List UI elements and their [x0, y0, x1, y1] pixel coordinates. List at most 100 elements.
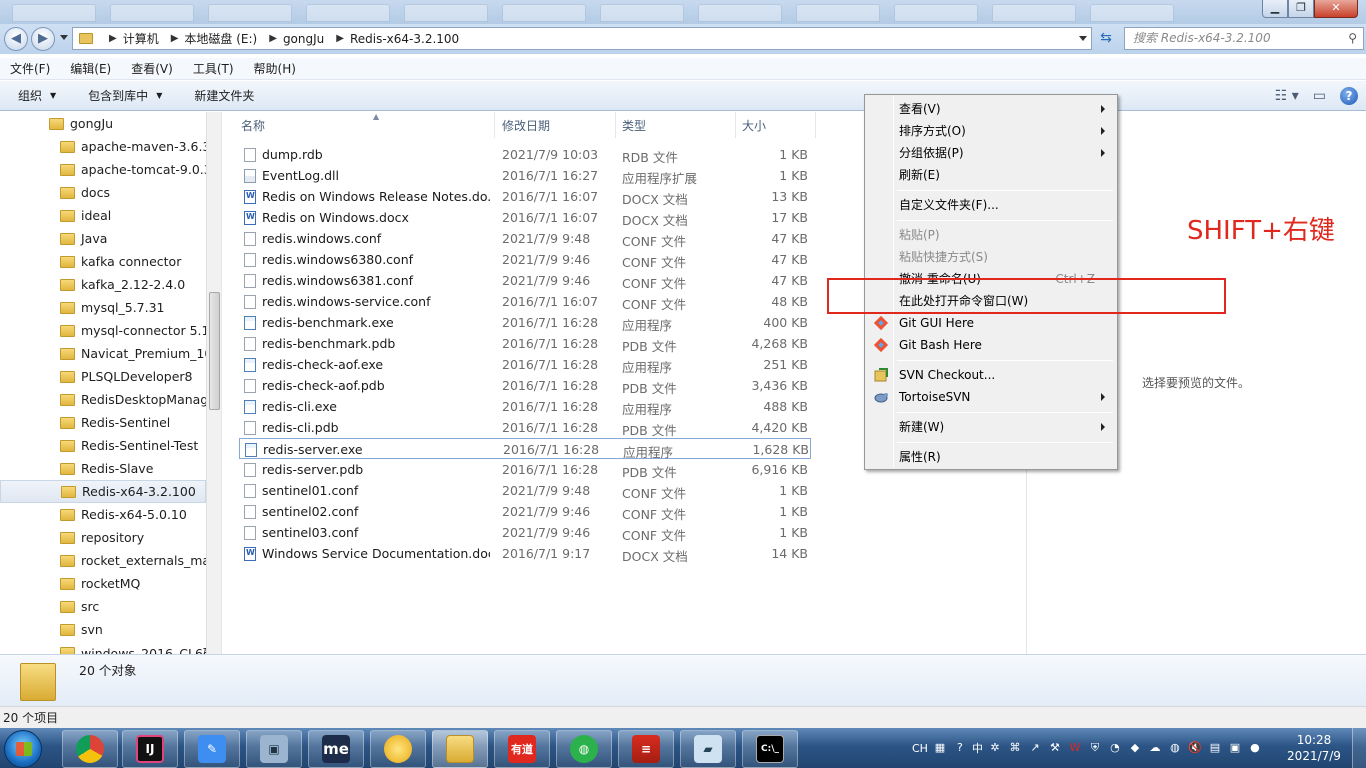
menu-help[interactable]: 帮助(H)	[244, 60, 306, 77]
file-row[interactable]: Windows Service Documentation.docx 2016/7…	[239, 543, 811, 564]
taskbar-yellow-app[interactable]	[370, 730, 426, 768]
taskbar-cmd[interactable]: C:\_	[742, 730, 798, 768]
nav-folder-item[interactable]: repository	[0, 526, 206, 549]
organize-button[interactable]: 组织 ▼	[0, 87, 70, 104]
feishu-icon[interactable]: ◆	[1127, 740, 1143, 756]
nav-folder-item[interactable]: Java	[0, 227, 206, 250]
shield-icon[interactable]: ⛨	[1087, 740, 1103, 756]
ctx-customize[interactable]: 自定义文件夹(F)...	[867, 194, 1115, 216]
menu-file[interactable]: 文件(F)	[0, 60, 60, 77]
menu-tools[interactable]: 工具(T)	[183, 60, 244, 77]
ctx-paste[interactable]: 粘贴(P)	[867, 224, 1115, 246]
file-row[interactable]: redis.windows6381.conf 2021/7/9 9:46 CONF …	[239, 270, 811, 291]
column-header-name[interactable]: 名称 ▲	[235, 112, 495, 138]
ctx-group[interactable]: 分组依据(P)	[867, 142, 1115, 164]
nav-scrollbar[interactable]	[206, 112, 221, 654]
view-options-icon[interactable]: ☷ ▾	[1275, 88, 1299, 104]
nav-folder-item[interactable]: rocketMQ	[0, 572, 206, 595]
taskbar-editor[interactable]: ▰	[680, 730, 736, 768]
nav-folder-item[interactable]: PLSQLDeveloper8	[0, 365, 206, 388]
nav-folder-item[interactable]: Redis-x64-5.0.10	[0, 503, 206, 526]
volume-muted-icon[interactable]: 🔇	[1187, 740, 1203, 756]
nav-folder-item[interactable]: docs	[0, 181, 206, 204]
chevron-right-icon[interactable]: ▶	[336, 33, 344, 44]
breadcrumb-gongju[interactable]: gongJu	[283, 32, 324, 46]
ime-indicator[interactable]: CH	[912, 742, 928, 755]
refresh-icon[interactable]: ⇆	[1094, 28, 1118, 49]
nav-folder-item[interactable]: mysql_5.7.31	[0, 296, 206, 319]
network-tray-icon[interactable]: ▤	[1207, 740, 1223, 756]
taskbar-explorer[interactable]	[432, 730, 488, 768]
file-row[interactable]: redis-cli.exe 2016/7/1 16:28 应用程序 488 KB	[239, 396, 811, 417]
file-row[interactable]: redis-cli.pdb 2016/7/1 16:28 PDB 文件 4,420 K…	[239, 417, 811, 438]
file-row[interactable]: dump.rdb 2021/7/9 10:03 RDB 文件 1 KB	[239, 144, 811, 165]
ctx-new[interactable]: 新建(W)	[867, 416, 1115, 438]
taskbar-redis[interactable]: ≡	[618, 730, 674, 768]
file-row[interactable]: redis.windows.conf 2021/7/9 9:48 CONF 文件 47…	[239, 228, 811, 249]
nav-folder-item[interactable]: ideal	[0, 204, 206, 227]
minimize-button[interactable]: ▁	[1262, 0, 1288, 18]
nav-folder-item[interactable]: svn	[0, 618, 206, 641]
menu-edit[interactable]: 编辑(E)	[60, 60, 121, 77]
nav-folder-item[interactable]: kafka connector	[0, 250, 206, 273]
ime-language[interactable]: 中	[972, 740, 983, 756]
qq-icon[interactable]: ●	[1247, 740, 1263, 756]
ctx-git-bash[interactable]: Git Bash Here	[867, 334, 1115, 356]
nav-folder-item[interactable]: rocket_externals_master	[0, 549, 206, 572]
taskbar-me[interactable]: me	[308, 730, 364, 768]
column-header-size[interactable]: 大小	[736, 112, 816, 138]
nav-folder-item[interactable]: kafka_2.12-2.4.0	[0, 273, 206, 296]
ime-settings-icon[interactable]: ✲	[987, 740, 1003, 756]
taskbar-notes[interactable]: ✎	[184, 730, 240, 768]
file-row[interactable]: redis.windows6380.conf 2021/7/9 9:46 CONF …	[239, 249, 811, 270]
ime-help-icon[interactable]: ?	[952, 740, 968, 756]
nav-folder-item[interactable]: windows_2016_CL6碳	[0, 641, 206, 654]
ctx-tortoise-svn[interactable]: TortoiseSVN	[867, 386, 1115, 408]
file-row[interactable]: EventLog.dll 2016/7/1 16:27 应用程序扩展 1 KB	[239, 165, 811, 186]
search-icon[interactable]: ⚲	[1348, 28, 1357, 49]
nav-folder-item[interactable]: Redis-Slave	[0, 457, 206, 480]
taskbar-wechat[interactable]: ◍	[556, 730, 612, 768]
ime-tools-icon[interactable]: ⌘	[1007, 740, 1023, 756]
file-row[interactable]: redis-server.pdb 2016/7/1 16:28 PDB 文件 6,91…	[239, 459, 811, 480]
address-history-dropdown-icon[interactable]	[1079, 36, 1087, 41]
forward-button[interactable]: ▶	[31, 27, 55, 51]
clock[interactable]: 10:28 2021/7/9	[1284, 732, 1344, 764]
ctx-paste-shortcut[interactable]: 粘贴快捷方式(S)	[867, 246, 1115, 268]
menu-view[interactable]: 查看(V)	[121, 60, 183, 77]
nav-folder-item[interactable]: apache-tomcat-9.0.31	[0, 158, 206, 181]
close-button[interactable]: ✕	[1314, 0, 1358, 18]
file-row[interactable]: redis-server.exe 2016/7/1 16:28 应用程序 1,628 …	[239, 438, 811, 460]
ime-keyboard-icon[interactable]: ▦	[932, 740, 948, 756]
show-desktop-button[interactable]	[1352, 728, 1366, 768]
nav-folder-item[interactable]: Redis-Sentinel	[0, 411, 206, 434]
search-input[interactable]: 搜索 Redis-x64-3.2.100 ⚲	[1124, 27, 1364, 50]
nav-folder-parent[interactable]: gongJu	[0, 112, 206, 135]
help-icon[interactable]: ?	[1340, 87, 1358, 105]
tray-cloud-icon[interactable]: ☁	[1147, 740, 1163, 756]
ime-wrench-icon[interactable]: ⚒	[1047, 740, 1063, 756]
taskbar-youdao[interactable]: 有道	[494, 730, 550, 768]
back-button[interactable]: ◀	[4, 27, 28, 51]
file-row[interactable]: Redis on Windows.docx 2016/7/1 16:07 DOCX …	[239, 207, 811, 228]
file-row[interactable]: Redis on Windows Release Notes.do... 2016…	[239, 186, 811, 207]
column-header-type[interactable]: 类型	[616, 112, 736, 138]
file-row[interactable]: redis.windows-service.conf 2016/7/1 16:07…	[239, 291, 811, 312]
breadcrumb-computer[interactable]: 计算机	[123, 30, 159, 47]
recent-pages-dropdown-icon[interactable]	[60, 35, 68, 40]
ctx-view[interactable]: 查看(V)	[867, 98, 1115, 120]
file-row[interactable]: sentinel01.conf 2021/7/9 9:48 CONF 文件 1 KB	[239, 480, 811, 501]
tray-monitor-icon[interactable]: ▣	[1227, 740, 1243, 756]
ime-link-icon[interactable]: ↗	[1027, 740, 1043, 756]
maximize-button[interactable]: ❐	[1288, 0, 1314, 18]
include-library-button[interactable]: 包含到库中 ▼	[70, 87, 176, 104]
file-row[interactable]: redis-check-aof.pdb 2016/7/1 16:28 PDB 文件 3…	[239, 375, 811, 396]
column-header-date[interactable]: 修改日期	[496, 112, 616, 138]
taskbar-intellij[interactable]: IJ	[122, 730, 178, 768]
nav-folder-item[interactable]: src	[0, 595, 206, 618]
ctx-properties[interactable]: 属性(R)	[867, 446, 1115, 468]
nav-folder-item[interactable]: Navicat_Premium_10.0	[0, 342, 206, 365]
nav-folder-item[interactable]: mysql-connector 5.1.7	[0, 319, 206, 342]
ctx-git-gui[interactable]: Git GUI Here	[867, 312, 1115, 334]
wps-icon[interactable]: W	[1067, 740, 1083, 756]
